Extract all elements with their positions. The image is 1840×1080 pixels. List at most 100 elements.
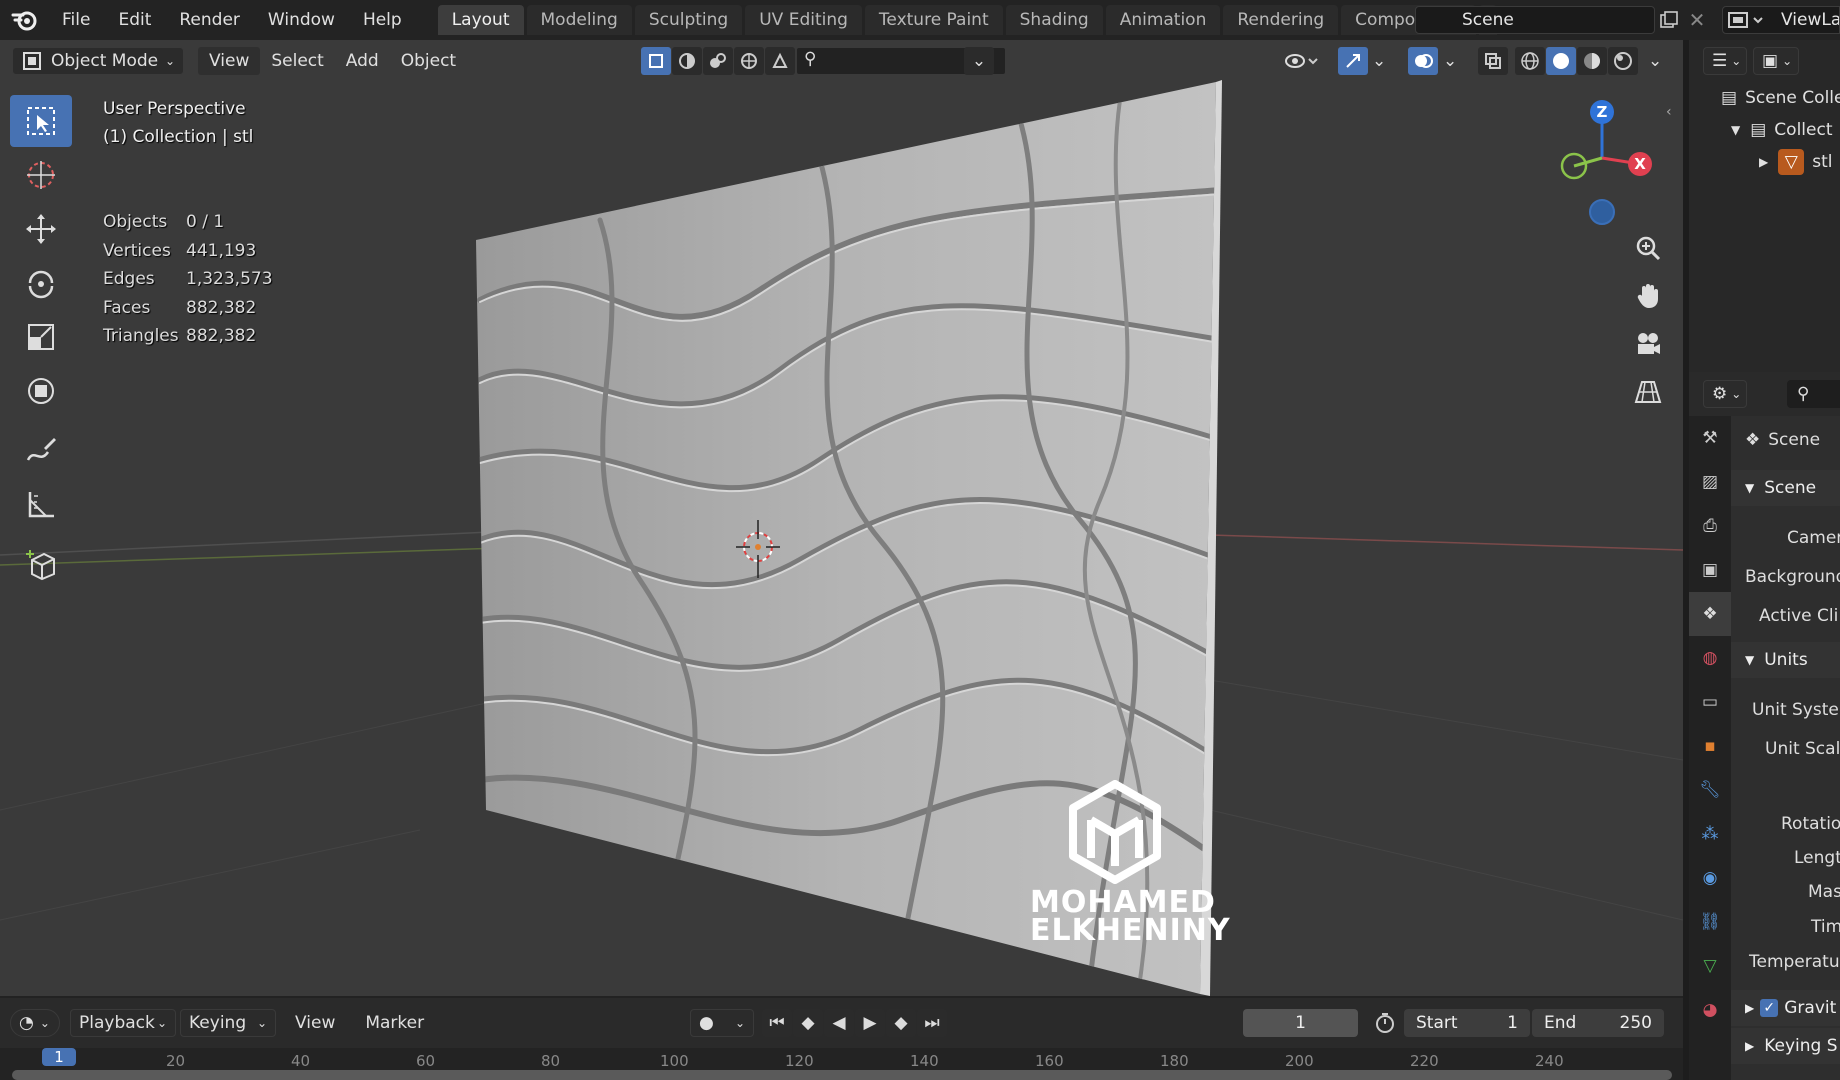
select-box-tool-icon[interactable] <box>10 95 72 147</box>
data-properties-icon[interactable]: ▽ <box>1689 944 1731 988</box>
rendered-shading-icon[interactable] <box>1608 47 1638 75</box>
menu-add[interactable]: Add <box>335 47 390 75</box>
overlays-options-icon[interactable]: ⌄ <box>1443 47 1463 75</box>
keying-dropdown[interactable]: Keying ⌄ <box>180 1009 276 1037</box>
stopwatch-icon[interactable] <box>1370 1009 1400 1037</box>
xray-toggle-icon[interactable] <box>1478 47 1508 75</box>
view-layer-icon[interactable] <box>1726 8 1776 32</box>
select-intersect-mode-icon[interactable] <box>765 47 795 75</box>
ortho-grid-icon[interactable] <box>1628 372 1668 412</box>
pan-hand-icon[interactable] <box>1628 276 1668 316</box>
gizmo-toggle-icon[interactable] <box>1338 47 1368 75</box>
transform-tool-icon[interactable] <box>10 365 72 417</box>
gizmo-x-axis[interactable]: X <box>1628 152 1652 176</box>
tab-texture-paint[interactable]: Texture Paint <box>864 5 1003 35</box>
play-icon[interactable]: ▶ <box>855 1009 885 1037</box>
timeline-ruler[interactable]: 1 20 40 60 80 100 120 140 160 180 200 22… <box>0 1048 1683 1080</box>
editor-type-dropdown[interactable]: ◔ ⌄ <box>10 1009 60 1037</box>
shading-options-icon[interactable]: ⌄ <box>1648 47 1668 75</box>
menu-file[interactable]: File <box>48 0 104 40</box>
physics-properties-icon[interactable]: ◉ <box>1689 856 1731 900</box>
tab-shading[interactable]: Shading <box>1005 5 1103 35</box>
menu-edit[interactable]: Edit <box>104 0 165 40</box>
collection-properties-icon[interactable]: ▭ <box>1689 680 1731 724</box>
tab-rendering[interactable]: Rendering <box>1223 5 1339 35</box>
wireframe-shading-icon[interactable] <box>1515 47 1545 75</box>
delete-scene-icon[interactable]: ✕ <box>1684 6 1710 34</box>
world-properties-icon[interactable]: ◍ <box>1689 636 1731 680</box>
search-options-icon[interactable]: ⌄ <box>964 47 994 75</box>
scene-properties-icon[interactable]: ❖ <box>1689 592 1731 636</box>
zoom-icon[interactable] <box>1628 228 1668 268</box>
gravity-checkbox[interactable]: ✓ <box>1760 999 1779 1017</box>
prev-keyframe-icon[interactable]: ◆ <box>793 1009 823 1037</box>
add-cube-tool-icon[interactable] <box>10 539 72 591</box>
timeline-scrollbar[interactable] <box>12 1070 1672 1080</box>
tab-modeling[interactable]: Modeling <box>526 5 632 35</box>
panel-gravity-header[interactable]: ▶ ✓ Gravit <box>1731 990 1840 1026</box>
tab-uv-editing[interactable]: UV Editing <box>745 5 862 35</box>
play-reverse-icon[interactable]: ◀ <box>824 1009 854 1037</box>
outliner-row-collection[interactable]: ▼ ▤ Collect <box>1689 114 1840 146</box>
menu-window[interactable]: Window <box>254 0 349 40</box>
menu-render[interactable]: Render <box>165 0 254 40</box>
tool-properties-icon[interactable]: ⚒ <box>1689 416 1731 460</box>
visibility-icon[interactable] <box>1280 47 1324 75</box>
select-subtract-mode-icon[interactable] <box>703 47 733 75</box>
menu-object[interactable]: Object <box>390 47 467 75</box>
playhead[interactable]: 1 <box>42 1048 76 1066</box>
panel-keying-sets-header[interactable]: ▶ Keying S <box>1731 1028 1840 1064</box>
menu-view[interactable]: View <box>198 47 261 75</box>
tab-sculpting[interactable]: Sculpting <box>634 5 743 35</box>
tab-animation[interactable]: Animation <box>1105 5 1221 35</box>
3d-viewport[interactable]: Object Mode ⌄ View Select Add Object ⚲ ⌄… <box>0 40 1683 996</box>
timeline-view-menu[interactable]: View <box>284 1009 346 1037</box>
panel-units-header[interactable]: ▼ Units <box>1731 642 1840 678</box>
menu-select[interactable]: Select <box>260 47 334 75</box>
outliner-row-stl[interactable]: ▶ ▽ stl <box>1689 146 1840 178</box>
properties-editor-type[interactable]: ⚙ ⌄ <box>1703 380 1747 408</box>
tab-layout[interactable]: Layout <box>437 5 524 35</box>
material-shading-icon[interactable] <box>1577 47 1607 75</box>
jump-end-icon[interactable]: ⏭ <box>917 1009 947 1037</box>
next-keyframe-icon[interactable]: ◆ <box>886 1009 916 1037</box>
render-properties-icon[interactable]: ▨ <box>1689 460 1731 504</box>
end-frame-field[interactable]: End 250 <box>1532 1009 1664 1037</box>
annotate-tool-icon[interactable] <box>10 425 72 477</box>
outliner-editor-type[interactable]: ☰ ⌄ <box>1703 47 1747 75</box>
material-properties-icon[interactable]: ◕ <box>1689 988 1731 1032</box>
timeline-marker-menu[interactable]: Marker <box>354 1009 435 1037</box>
measure-tool-icon[interactable] <box>10 479 72 531</box>
object-properties-icon[interactable]: ▪ <box>1689 724 1731 768</box>
select-invert-mode-icon[interactable] <box>734 47 764 75</box>
output-properties-icon[interactable]: ⎙ <box>1689 504 1731 548</box>
expand-arrow-icon[interactable]: ▼ <box>1731 123 1740 137</box>
navigation-gizmo[interactable]: Z X <box>1546 96 1666 226</box>
view-layer-properties-icon[interactable]: ▣ <box>1689 548 1731 592</box>
sidebar-toggle-icon[interactable]: ‹ <box>1666 104 1672 120</box>
start-frame-field[interactable]: Start 1 <box>1404 1009 1530 1037</box>
current-frame-field[interactable]: 1 <box>1243 1009 1358 1037</box>
blender-logo-icon[interactable] <box>0 0 48 40</box>
solid-shading-icon[interactable] <box>1546 47 1576 75</box>
expand-arrow-icon[interactable]: ▶ <box>1759 155 1768 169</box>
stl-mesh-panel[interactable] <box>0 40 1683 996</box>
constraints-properties-icon[interactable]: ⛓︎ <box>1689 900 1731 944</box>
select-extend-mode-icon[interactable] <box>672 47 702 75</box>
cursor-tool-icon[interactable] <box>10 149 72 201</box>
select-box-mode-icon[interactable] <box>641 47 671 75</box>
gizmo-z-axis[interactable]: Z <box>1590 100 1614 124</box>
outliner-row-scene-collection[interactable]: ▤ Scene Colle <box>1689 82 1840 114</box>
object-mode-dropdown[interactable]: Object Mode ⌄ <box>12 47 184 75</box>
scene-selector[interactable]: Scene <box>1415 6 1655 34</box>
new-scene-icon[interactable] <box>1655 6 1683 34</box>
scale-tool-icon[interactable] <box>10 311 72 363</box>
record-toggle[interactable]: ● ⌄ <box>690 1009 754 1037</box>
rotate-tool-icon[interactable] <box>10 257 72 309</box>
menu-help[interactable]: Help <box>349 0 416 40</box>
properties-search[interactable]: ⚲ <box>1787 380 1840 408</box>
playback-dropdown[interactable]: Playback ⌄ <box>70 1009 176 1037</box>
panel-scene-header[interactable]: ▼ Scene <box>1731 470 1840 506</box>
gizmo-options-icon[interactable]: ⌄ <box>1372 47 1392 75</box>
jump-start-icon[interactable]: ⏮ <box>762 1009 792 1037</box>
